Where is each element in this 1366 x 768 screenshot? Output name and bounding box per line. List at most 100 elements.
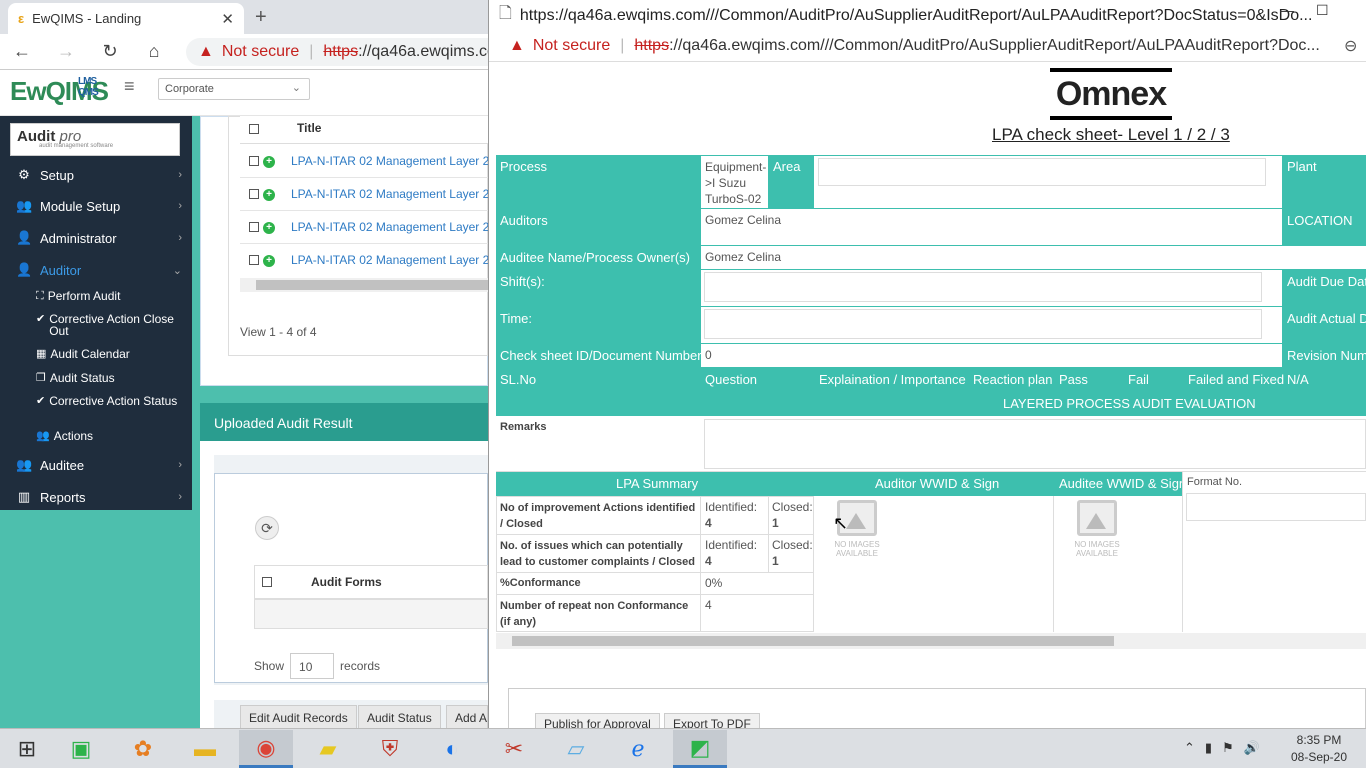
- sidebar-item-setup[interactable]: ⚙ Setup ›: [0, 160, 192, 190]
- select-all-checkbox[interactable]: [249, 124, 259, 134]
- grid-row-title-link[interactable]: LPA-N-ITAR 02 Management Layer 2020: [291, 220, 488, 234]
- closed-value: 1: [772, 516, 779, 530]
- grid-line: [700, 496, 701, 632]
- sidebar-sub-audit-calendar[interactable]: ▦ Audit Calendar: [36, 348, 186, 360]
- notepad-icon[interactable]: ▱: [549, 730, 603, 768]
- expand-plus-icon[interactable]: +: [263, 255, 275, 267]
- address-bar[interactable]: ▲ Not secure | https ://qa46a.ewqims.com: [186, 37, 488, 66]
- row-checkbox[interactable]: [249, 222, 259, 232]
- forward-arrow-icon[interactable]: →: [44, 41, 88, 62]
- logo-qms: QMS: [78, 87, 99, 98]
- shift-label: Shift(s):: [500, 274, 545, 289]
- sidebar-item-administrator[interactable]: 👤 Administrator ›: [0, 223, 192, 253]
- remarks-textarea[interactable]: [704, 419, 1366, 469]
- sidebar-sub-label: Corrective Action Status: [49, 394, 178, 408]
- format-no-input[interactable]: [1186, 493, 1366, 521]
- snipping-tool-icon[interactable]: ✂: [487, 730, 541, 768]
- row-checkbox[interactable]: [249, 189, 259, 199]
- expand-plus-icon[interactable]: +: [263, 189, 275, 201]
- home-icon[interactable]: ⌂: [132, 41, 176, 62]
- sidebar-sub-corrective-status[interactable]: ✔ Corrective Action Status: [36, 395, 186, 407]
- taskbar-clock[interactable]: 8:35 PM 08-Sep-20: [1284, 732, 1354, 766]
- new-tab-icon[interactable]: +: [255, 6, 267, 29]
- row-checkbox[interactable]: [249, 255, 259, 265]
- tray-chevron-up-icon[interactable]: ⌃: [1184, 740, 1195, 756]
- security-shield-icon[interactable]: ⛨: [363, 730, 417, 768]
- audit-status-button[interactable]: Audit Status: [358, 705, 441, 729]
- grid-line: [1053, 496, 1054, 632]
- grid-row-title-link[interactable]: LPA-N-ITAR 02 Management Layer 2020: [291, 253, 488, 267]
- popup-address-bar[interactable]: ▲ Not secure | https ://qa46a.ewqims.com…: [489, 31, 1366, 62]
- sidebar-item-label: Module Setup: [40, 198, 121, 214]
- refresh-icon[interactable]: ⟳: [255, 516, 279, 540]
- maximize-icon[interactable]: ☐: [1316, 2, 1329, 19]
- sidebar-sub-corrective-close-out[interactable]: ✔ Corrective Action Close Out: [36, 313, 186, 337]
- org-select[interactable]: Corporate ⌄: [158, 78, 310, 100]
- evaluation-header: LAYERED PROCESS AUDIT EVALUATION: [1003, 396, 1256, 411]
- show-label: Show: [254, 659, 285, 673]
- sidebar-item-module-setup[interactable]: 👥 Module Setup ›: [0, 191, 192, 221]
- sidebar-sub-perform-audit[interactable]: ⛶ Perform Audit: [36, 290, 186, 302]
- sticky-notes-icon[interactable]: ▰: [301, 730, 355, 768]
- volume-icon[interactable]: 🔊: [1244, 740, 1260, 756]
- no-image-icon: [1077, 500, 1117, 536]
- back-arrow-icon[interactable]: ←: [0, 41, 44, 62]
- flag-icon[interactable]: ⚑: [1222, 740, 1234, 756]
- sidebar-item-reports[interactable]: ▥ Reports ›: [0, 482, 192, 512]
- grid-header: [240, 116, 488, 144]
- time-input[interactable]: [704, 309, 1262, 339]
- greenshot-icon[interactable]: ◩: [673, 730, 727, 768]
- expand-plus-icon[interactable]: +: [263, 222, 275, 234]
- document-icon: 🗋: [499, 5, 512, 22]
- area-input[interactable]: [818, 158, 1266, 186]
- sidebar-item-auditee[interactable]: 👥 Auditee ›: [0, 450, 192, 480]
- windows-start-icon[interactable]: ⊞: [0, 730, 54, 768]
- grid-horizontal-scrollbar[interactable]: [240, 278, 488, 292]
- users-icon: 👥: [36, 430, 50, 442]
- audit-grid: [228, 116, 488, 356]
- shift-input[interactable]: [704, 272, 1262, 302]
- user-cog-icon: 👤: [16, 230, 33, 245]
- close-tab-icon[interactable]: ✕: [221, 10, 234, 28]
- select-all-checkbox[interactable]: [262, 577, 272, 587]
- col-explanation: Explaination / Importance: [819, 372, 966, 387]
- identified-label: Identified:: [705, 500, 758, 514]
- page-size-control: Show 10 records: [254, 653, 380, 679]
- app-flower-icon[interactable]: ✿: [116, 730, 170, 768]
- sidebar-item-auditor[interactable]: 👤 Auditor ⌄: [0, 255, 192, 285]
- user-check-icon: 👤: [16, 262, 33, 277]
- warning-icon: ▲: [509, 37, 525, 54]
- minimize-icon[interactable]: —: [1280, 2, 1294, 19]
- page-size-input[interactable]: 10: [290, 653, 335, 679]
- file-explorer-icon[interactable]: ▬: [178, 730, 232, 768]
- col-failed-fixed: Failed and Fixed: [1188, 372, 1285, 387]
- sidebar-sub-audit-status[interactable]: ❐ Audit Status: [36, 372, 186, 384]
- popup-horizontal-scrollbar[interactable]: [496, 633, 1366, 649]
- auditpro-subtitle: audit management software: [39, 143, 114, 149]
- edge-icon[interactable]: ◐: [425, 730, 479, 768]
- nav-bar: ← → ↻ ⌂ ▲ Not secure | https ://qa46a.ew…: [0, 34, 488, 70]
- sidebar-sub-actions[interactable]: 👥 Actions: [36, 430, 186, 442]
- internet-explorer-icon[interactable]: ℯ: [611, 730, 665, 768]
- auditors-value: Gomez Celina: [705, 213, 782, 227]
- tab-title: EwQIMS - Landing: [32, 11, 142, 26]
- browser-tab[interactable]: ε EwQIMS - Landing ✕: [8, 3, 244, 34]
- row-checkbox[interactable]: [249, 156, 259, 166]
- logo-lms: LMS: [78, 76, 97, 87]
- plant-label: Plant: [1287, 159, 1317, 174]
- chrome-icon[interactable]: ◉: [239, 730, 293, 768]
- reload-icon[interactable]: ↻: [88, 41, 132, 62]
- add-audit-button[interactable]: Add Au: [446, 705, 488, 729]
- grid-row-title-link[interactable]: LPA-N-ITAR 02 Management Layer 2020: [291, 187, 488, 201]
- store-icon[interactable]: ▣: [54, 730, 108, 768]
- zoom-icon[interactable]: ⊖: [1344, 36, 1357, 56]
- hamburger-menu-icon[interactable]: ≡: [124, 76, 135, 97]
- grid-row-title-link[interactable]: LPA-N-ITAR 02 Management Layer 2020: [291, 154, 488, 168]
- edit-audit-records-button[interactable]: Edit Audit Records: [240, 705, 357, 729]
- closed-label: Closed:: [772, 538, 813, 552]
- chevron-down-icon: ⌄: [172, 264, 182, 277]
- network-icon[interactable]: ▮: [1205, 740, 1212, 756]
- auditee-sign-header: Auditee WWID & Sign: [1059, 476, 1187, 491]
- expand-plus-icon[interactable]: +: [263, 156, 275, 168]
- summary-label-conformance: %Conformance: [500, 577, 581, 589]
